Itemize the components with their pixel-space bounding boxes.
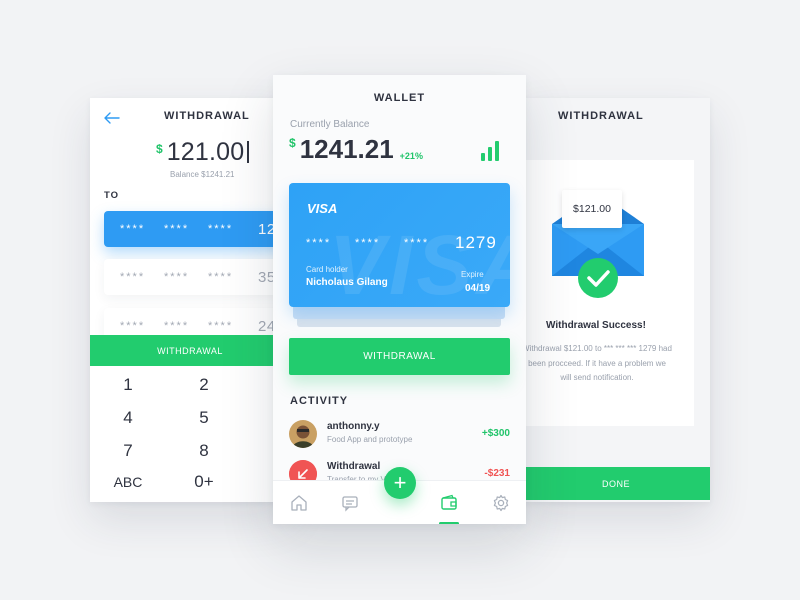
avatar — [289, 420, 317, 448]
success-message: Withdrawal $121.00 to *** *** *** 1279 h… — [522, 344, 672, 382]
masked-digits: **** — [164, 320, 190, 332]
masked-digits: **** — [120, 223, 146, 235]
activity-name: Withdrawal — [327, 461, 381, 472]
balance-change: +21% — [399, 151, 423, 161]
bottom-navigation: + — [273, 467, 526, 524]
key-1[interactable]: 1 — [108, 375, 148, 395]
key-5[interactable]: 5 — [184, 408, 224, 428]
card-option[interactable]: **** **** **** 351 — [104, 259, 290, 295]
masked-digits: **** — [306, 237, 332, 249]
masked-digits: **** — [120, 271, 146, 283]
visa-card[interactable]: VISA VISA **** **** **** 1279 Card holde… — [289, 183, 510, 307]
key-0[interactable]: 0+ — [184, 472, 224, 492]
screen-title: WITHDRAWAL — [164, 110, 250, 122]
screen-title: WALLET — [373, 92, 426, 104]
text-caret — [247, 141, 250, 163]
settings-icon[interactable] — [481, 481, 521, 524]
masked-digits: **** — [120, 320, 146, 332]
withdrawal-button[interactable]: WITHDRAWAL — [289, 338, 510, 375]
balance-display: $ 1241.21 +21% — [289, 134, 423, 165]
balance-value: 1241.21 — [299, 134, 394, 164]
currency-symbol: $ — [289, 136, 296, 150]
home-icon[interactable] — [279, 481, 319, 524]
activity-heading: ACTIVITY — [290, 395, 349, 407]
key-8[interactable]: 8 — [184, 441, 224, 461]
key-7[interactable]: 7 — [108, 441, 148, 461]
amount-display[interactable]: $ 121.00 — [156, 138, 250, 167]
envelope-amount: $121.00 — [562, 190, 622, 228]
activity-amount: +$300 — [481, 428, 510, 439]
key-abc[interactable]: ABC — [108, 474, 148, 490]
visa-logo: VISA — [307, 201, 338, 216]
currency-symbol: $ — [156, 142, 163, 156]
masked-digits: **** — [208, 320, 234, 332]
active-tab-indicator — [439, 522, 459, 524]
masked-digits: **** — [404, 237, 430, 249]
expire-value: 04/19 — [465, 283, 491, 294]
masked-digits: **** — [208, 271, 234, 283]
success-title: Withdrawal Success! — [546, 320, 646, 331]
activity-amount: -$231 — [484, 468, 510, 479]
withdrawal-input-screen: WITHDRAWAL $ 121.00 Balance $1241.21 TO … — [90, 98, 290, 502]
masked-digits: **** — [208, 223, 234, 235]
chat-icon[interactable] — [330, 481, 370, 524]
activity-subtitle: Food App and prototype — [327, 435, 413, 444]
wallet-icon[interactable] — [429, 481, 469, 524]
key-2[interactable]: 2 — [184, 375, 224, 395]
masked-digits: **** — [164, 223, 190, 235]
bar-chart-icon[interactable] — [481, 141, 501, 161]
back-arrow-icon[interactable] — [104, 112, 120, 124]
card-option-selected[interactable]: **** **** **** 127 — [104, 211, 290, 247]
card-number: **** **** **** 1279 — [306, 233, 497, 253]
wallet-screen: WALLET Currently Balance $ 1241.21 +21% … — [273, 75, 526, 524]
done-button[interactable]: DONE — [522, 467, 710, 500]
activity-name: anthonny.y — [327, 421, 380, 432]
add-button[interactable]: + — [384, 467, 416, 499]
masked-digits: **** — [355, 237, 381, 249]
card-holder-label: Card holder — [306, 265, 348, 274]
balance-label: Currently Balance — [290, 119, 370, 130]
key-4[interactable]: 4 — [108, 408, 148, 428]
card-holder-name: Nicholaus Gilang — [306, 277, 388, 288]
amount-value: 121.00 — [166, 138, 245, 166]
to-label: TO — [104, 190, 120, 201]
expire-label: Expire — [461, 270, 484, 279]
screen-title: WITHDRAWAL — [558, 110, 644, 122]
balance-text: Balance $1241.21 — [170, 170, 235, 179]
activity-item[interactable]: anthonny.y Food App and prototype +$300 — [289, 420, 510, 450]
envelope-illustration: $121.00 — [552, 188, 644, 298]
withdrawal-button[interactable]: WITHDRAWAL — [90, 335, 290, 366]
card-last-digits: 1279 — [455, 233, 497, 252]
masked-digits: **** — [164, 271, 190, 283]
withdrawal-success-screen: WITHDRAWAL $121.00 Withdrawal Success! W… — [522, 98, 710, 502]
